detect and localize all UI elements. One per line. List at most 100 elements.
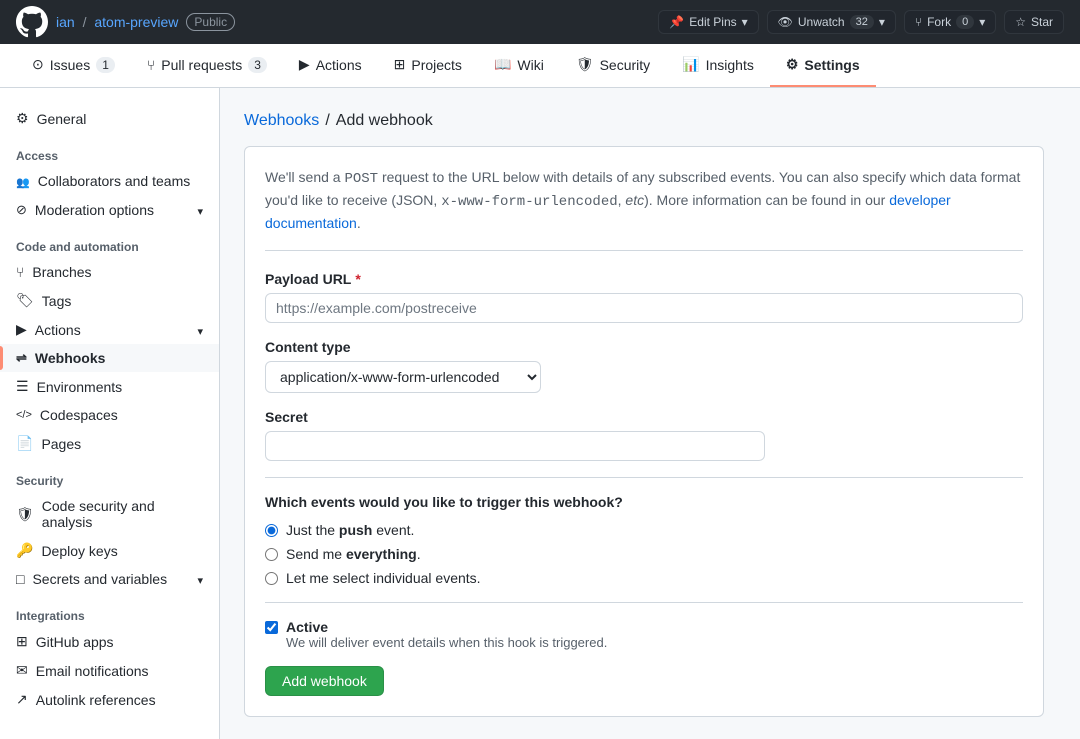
star-icon: ☆	[1015, 15, 1026, 29]
gear-icon	[16, 110, 29, 127]
chevron-down-icon-actions	[197, 322, 203, 338]
tab-projects[interactable]: ⊞ Projects	[378, 44, 478, 87]
chevron-down-icon	[197, 202, 203, 218]
github-logo-icon	[16, 6, 48, 38]
sidebar-item-moderation[interactable]: Moderation options	[0, 195, 219, 224]
issues-icon: ⊙	[32, 56, 44, 73]
secret-label: Secret	[265, 409, 1023, 425]
star-button[interactable]: ☆ Star	[1004, 10, 1064, 34]
repo-path: ian / atom-preview	[56, 14, 178, 30]
mail-icon: ✉	[16, 662, 28, 679]
settings-icon: ⚙	[786, 56, 799, 73]
sidebar-item-codespaces[interactable]: </> Codespaces	[0, 401, 219, 429]
environments-icon: ☰	[16, 378, 29, 395]
fork-button[interactable]: ⑂ Fork 0 ▾	[904, 10, 996, 34]
sidebar-item-branches[interactable]: ⑂ Branches	[0, 258, 219, 286]
payload-url-label: Payload URL *	[265, 271, 1023, 287]
sidebar-section-access: Access	[0, 133, 219, 167]
topbar: ian / atom-preview Public 📌 Edit Pins ▾ …	[0, 0, 1080, 44]
main-content: Webhooks / Add webhook We'll send a POST…	[220, 88, 1080, 739]
radio-just-push[interactable]: Just the push event.	[265, 522, 1023, 538]
add-webhook-button[interactable]: Add webhook	[265, 666, 384, 696]
pages-icon: 📄	[16, 435, 33, 452]
tab-pull-requests[interactable]: ⑂ Pull requests 3	[131, 44, 283, 87]
active-checkbox[interactable]	[265, 621, 278, 634]
topbar-left: ian / atom-preview Public	[16, 6, 235, 38]
sidebar-section-security: Security	[0, 458, 219, 492]
breadcrumb-separator: /	[325, 112, 329, 130]
breadcrumb-current: Add webhook	[336, 112, 433, 130]
fork-icon: ⑂	[915, 15, 922, 29]
sidebar-item-collaborators[interactable]: Collaborators and teams	[0, 167, 219, 195]
topbar-right: 📌 Edit Pins ▾ 👁 Unwatch 32 ▾ ⑂ Fork 0 ▾ …	[658, 10, 1064, 34]
sidebar-item-secrets[interactable]: □ Secrets and variables	[0, 565, 219, 593]
payload-url-group: Payload URL *	[265, 271, 1023, 323]
sidebar-item-pages[interactable]: 📄 Pages	[0, 429, 219, 458]
sidebar-item-email-notifications[interactable]: ✉ Email notifications	[0, 656, 219, 685]
sidebar-item-code-security[interactable]: 🛡 Code security and analysis	[0, 492, 219, 536]
active-label: Active	[286, 619, 607, 635]
apps-icon: ⊞	[16, 633, 28, 650]
radio-individual[interactable]: Let me select individual events.	[265, 570, 1023, 586]
visibility-badge: Public	[186, 13, 235, 31]
tab-settings[interactable]: ⚙ Settings	[770, 44, 876, 87]
sidebar-item-environments[interactable]: ☰ Environments	[0, 372, 219, 401]
form-divider	[265, 477, 1023, 478]
sidebar-section-integrations: Integrations	[0, 593, 219, 627]
issues-count: 1	[96, 57, 115, 73]
tab-wiki[interactable]: 📖 Wiki	[478, 44, 560, 87]
git-branch-icon: ⑂	[16, 264, 24, 280]
radio-everything[interactable]: Send me everything.	[265, 546, 1023, 562]
sidebar: General Access Collaborators and teams M…	[0, 88, 220, 739]
pr-count: 3	[248, 57, 267, 73]
payload-url-input[interactable]	[265, 293, 1023, 323]
repo-name-link[interactable]: atom-preview	[94, 14, 178, 30]
webhooks-breadcrumb-link[interactable]: Webhooks	[244, 112, 319, 130]
secret-group: Secret	[265, 409, 1023, 461]
radio-just-push-input[interactable]	[265, 524, 278, 537]
webhook-form-card: We'll send a POST request to the URL bel…	[244, 146, 1044, 717]
chevron-down-icon-secrets	[197, 571, 203, 587]
sidebar-item-github-apps[interactable]: ⊞ GitHub apps	[0, 627, 219, 656]
radio-individual-input[interactable]	[265, 572, 278, 585]
sidebar-item-actions[interactable]: ▶ Actions	[0, 315, 219, 344]
path-separator: /	[83, 14, 87, 30]
nav-tabs: ⊙ Issues 1 ⑂ Pull requests 3 ▶ Actions ⊞…	[0, 44, 1080, 88]
form-actions: Add webhook	[265, 666, 1023, 696]
unwatch-count: 32	[850, 15, 874, 29]
breadcrumb: Webhooks / Add webhook	[244, 112, 1056, 130]
sidebar-item-general[interactable]: General	[0, 104, 219, 133]
sidebar-item-deploy-keys[interactable]: 🔑 Deploy keys	[0, 536, 219, 565]
radio-everything-input[interactable]	[265, 548, 278, 561]
tab-actions[interactable]: ▶ Actions	[283, 44, 378, 87]
content-type-select[interactable]: application/x-www-form-urlencoded applic…	[265, 361, 541, 393]
content-type-group: Content type application/x-www-form-urle…	[265, 339, 1023, 393]
people-icon	[16, 173, 30, 189]
form-divider-2	[265, 602, 1023, 603]
active-description: We will deliver event details when this …	[286, 635, 607, 650]
chevron-down-icon-watch: ▾	[879, 15, 885, 29]
sidebar-item-autolink[interactable]: ↗ Autolink references	[0, 685, 219, 714]
sidebar-item-webhooks[interactable]: ⇌ Webhooks	[0, 344, 219, 372]
events-section-title: Which events would you like to trigger t…	[265, 494, 1023, 510]
secret-input[interactable]	[265, 431, 765, 461]
shield-icon: 🛡	[16, 506, 34, 523]
actions-sidebar-icon: ▶	[16, 321, 27, 338]
link-icon: ↗	[16, 691, 28, 708]
unwatch-button[interactable]: 👁 Unwatch 32 ▾	[767, 10, 896, 34]
tab-issues[interactable]: ⊙ Issues 1	[16, 44, 131, 87]
sidebar-item-tags[interactable]: 🏷 Tags	[0, 286, 219, 315]
key-icon: 🔑	[16, 542, 33, 559]
repo-owner-link[interactable]: ian	[56, 14, 75, 30]
card-description: We'll send a POST request to the URL bel…	[265, 167, 1023, 251]
tag-icon: 🏷	[16, 292, 34, 309]
fork-count: 0	[956, 15, 974, 29]
tab-security[interactable]: 🛡 Security	[560, 44, 666, 87]
tab-insights[interactable]: 📊 Insights	[666, 44, 770, 87]
webhook-icon: ⇌	[16, 350, 27, 366]
eye-icon: 👁	[778, 15, 793, 29]
active-group: Active We will deliver event details whe…	[265, 619, 1023, 650]
projects-icon: ⊞	[394, 56, 406, 73]
secret-icon: □	[16, 571, 24, 587]
edit-pins-button[interactable]: 📌 Edit Pins ▾	[658, 10, 758, 34]
